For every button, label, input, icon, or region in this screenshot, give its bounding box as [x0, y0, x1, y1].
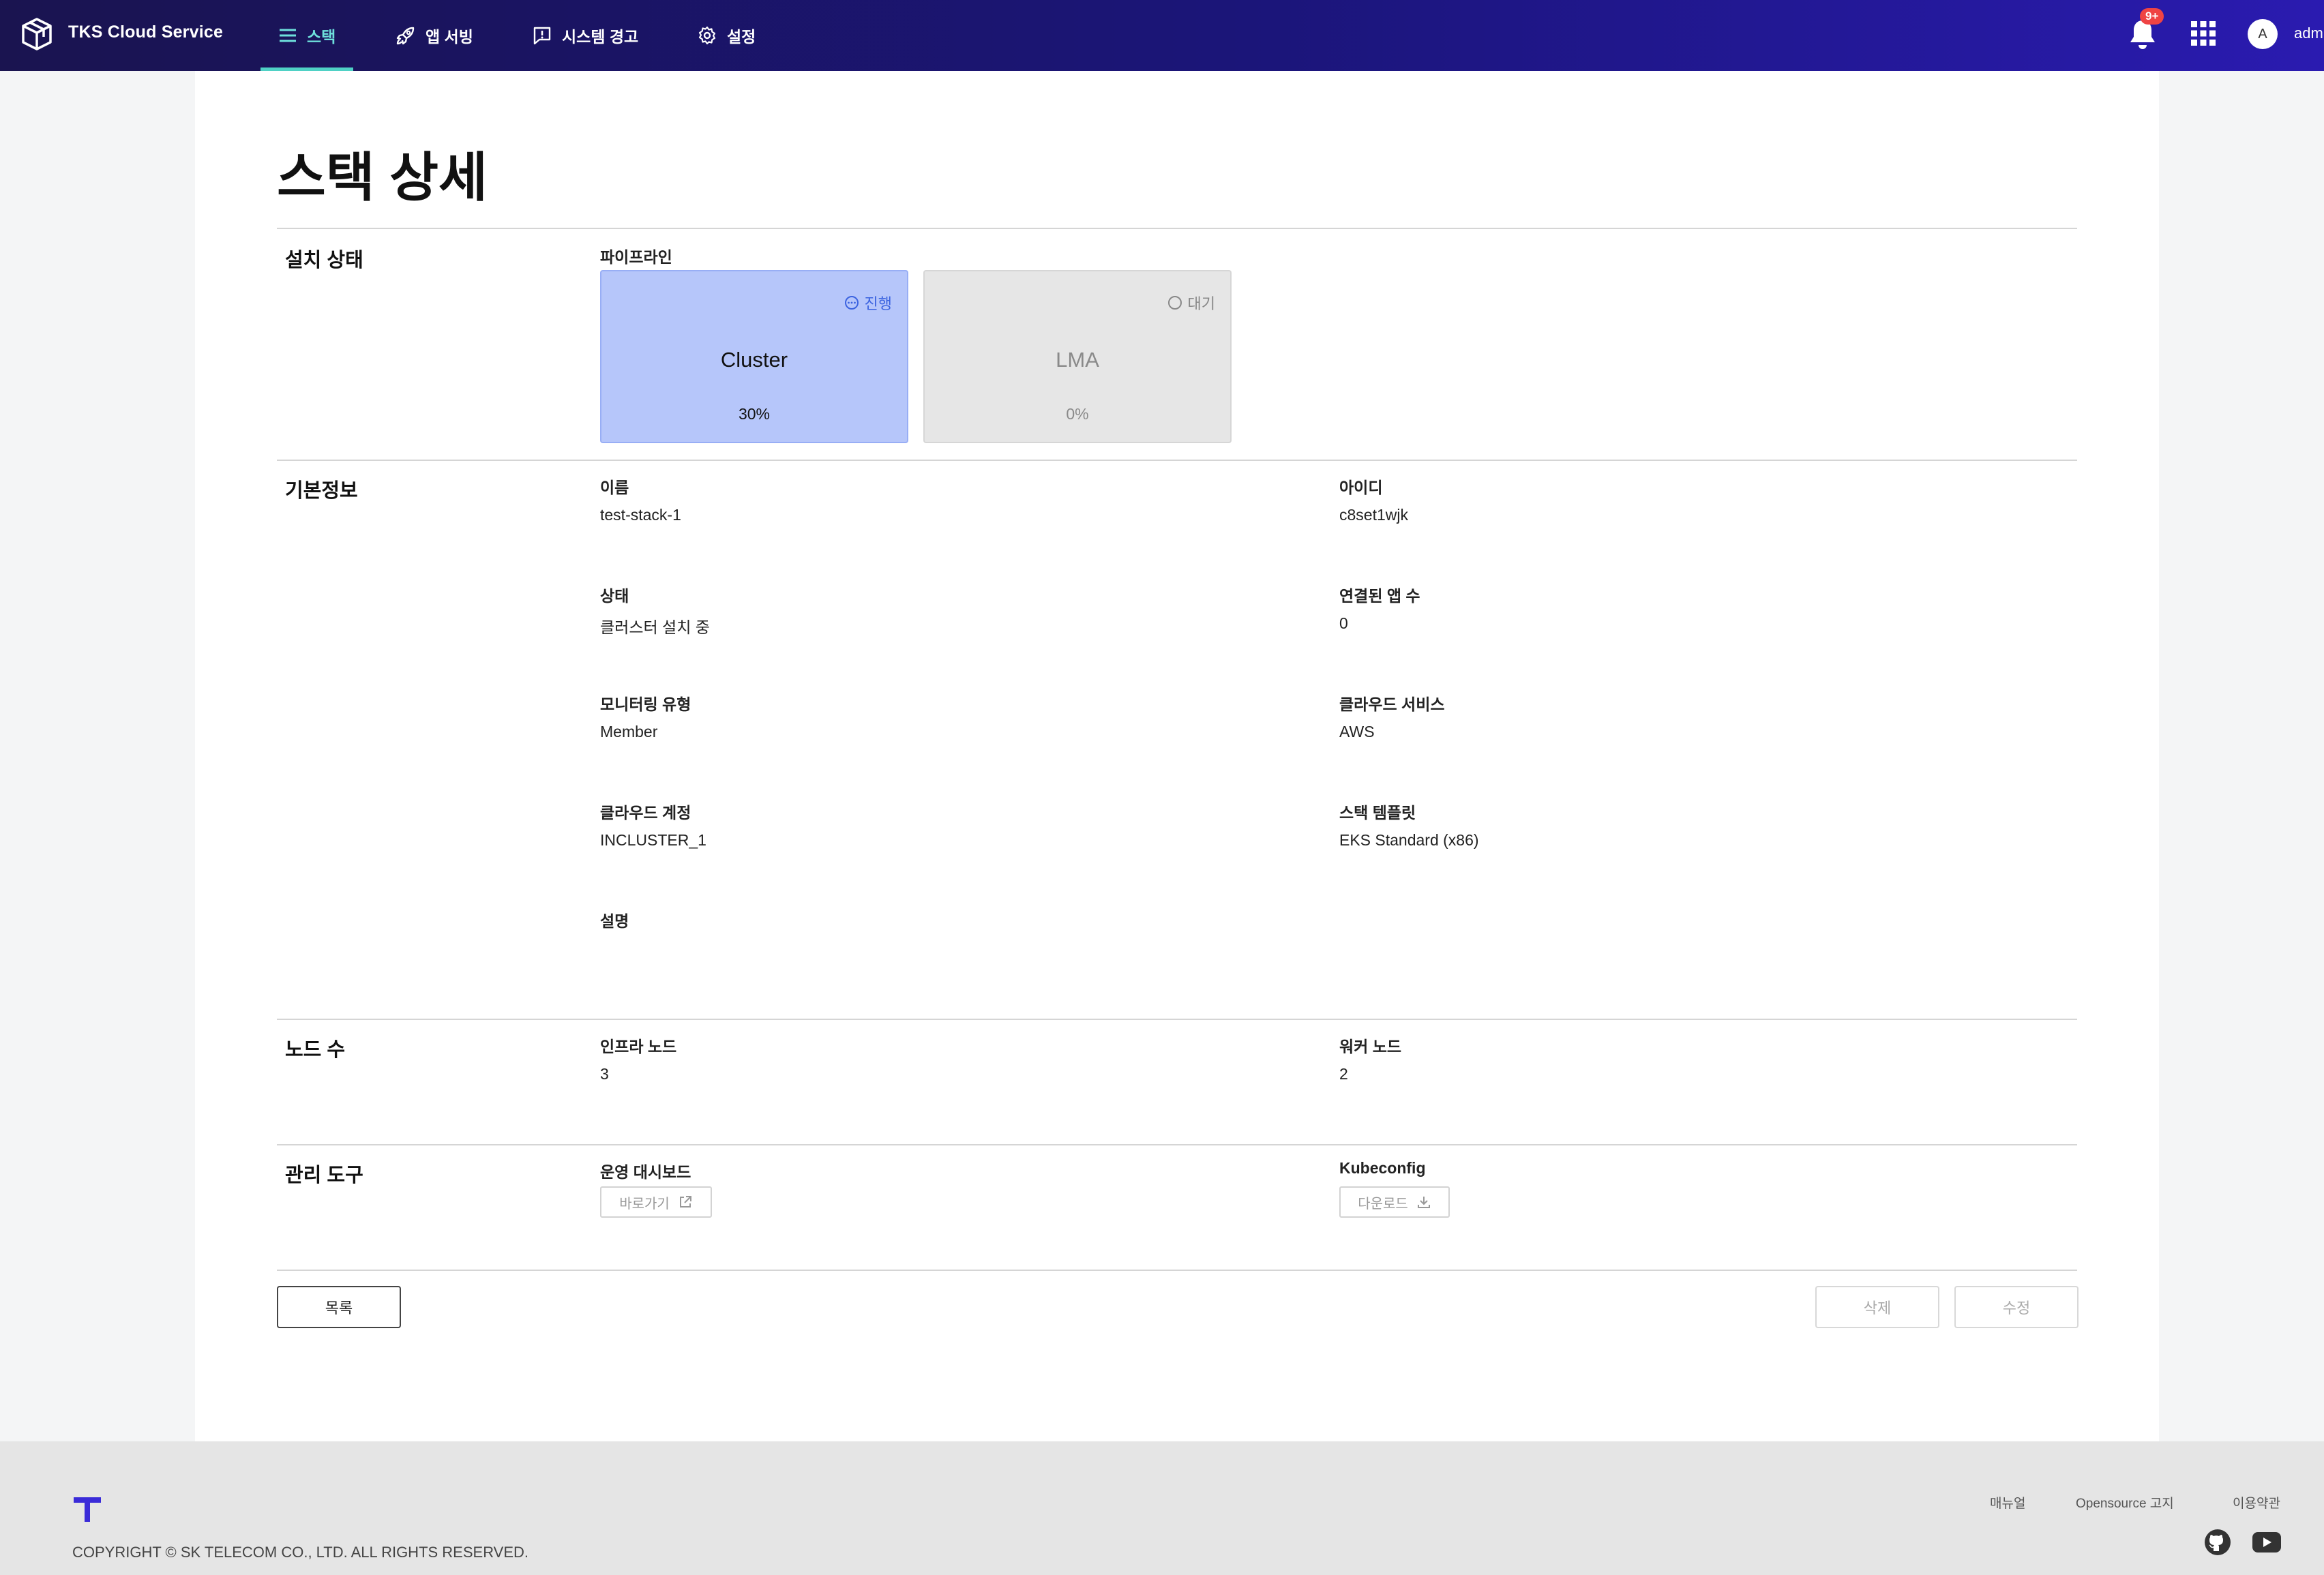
section-title-basic-info: 기본정보: [285, 480, 358, 502]
footer-link-terms[interactable]: 이용약관: [2233, 1493, 2280, 1512]
field-value-status: 클러스터 설치 중: [600, 618, 710, 636]
t-logo-icon: [74, 1497, 101, 1522]
section-title-tools: 관리 도구: [285, 1165, 363, 1186]
delete-button[interactable]: 삭제: [1815, 1286, 1939, 1328]
field-label-connected-apps: 연결된 앱 수: [1339, 587, 1420, 605]
field-value-worker-nodes: 2: [1339, 1065, 1348, 1083]
rocket-icon: [396, 27, 415, 45]
stage-status-text: 대기: [1187, 295, 1215, 312]
field-label-infra-nodes: 인프라 노드: [600, 1038, 677, 1055]
pipeline-stage-lma[interactable]: 대기 LMA 0%: [923, 270, 1232, 443]
divider: [277, 1270, 2077, 1271]
copyright-text: COPYRIGHT © SK TELECOM CO., LTD. ALL RIG…: [72, 1544, 529, 1561]
stage-status-text: 진행: [864, 295, 892, 312]
kubeconfig-download-button[interactable]: 다운로드: [1339, 1186, 1450, 1218]
field-value-connected-apps: 0: [1339, 614, 1348, 632]
field-label-monitoring-type: 모니터링 유형: [600, 695, 691, 713]
nav-label: 설정: [727, 28, 756, 46]
button-label: 다운로드: [1358, 1196, 1408, 1212]
avatar[interactable]: A: [2248, 19, 2278, 49]
nav-label: 스택: [307, 28, 336, 46]
footer-link-manual[interactable]: 매뉴얼: [1990, 1493, 2025, 1512]
button-label: 바로가기: [619, 1196, 670, 1212]
stage-status: 진행: [844, 292, 892, 314]
notification-badge: 9+: [2140, 8, 2164, 25]
gear-icon: [698, 26, 716, 45]
field-label-status: 상태: [600, 587, 629, 605]
nav-item-app-serving[interactable]: 앱 서빙: [396, 0, 473, 71]
download-icon: [1417, 1197, 1430, 1208]
field-label-kubeconfig: Kubeconfig: [1339, 1159, 1426, 1177]
field-label-cloud-account: 클라우드 계정: [600, 804, 691, 822]
dashboard-shortcut-button[interactable]: 바로가기: [600, 1186, 712, 1218]
nav-label: 시스템 경고: [562, 28, 639, 46]
edit-button[interactable]: 수정: [1954, 1286, 2079, 1328]
field-label-worker-nodes: 워커 노드: [1339, 1038, 1402, 1055]
field-value-monitoring-type: Member: [600, 723, 658, 740]
divider: [277, 460, 2077, 461]
list-icon: [280, 29, 296, 42]
brand-name[interactable]: TKS Cloud Service: [68, 22, 223, 42]
section-title-nodes: 노드 수: [285, 1039, 346, 1061]
nav-item-system-alerts[interactable]: 시스템 경고: [532, 0, 638, 71]
in-progress-icon: [844, 296, 859, 310]
github-icon[interactable]: [2204, 1529, 2231, 1556]
stage-name: LMA: [1056, 348, 1099, 372]
field-label-name: 이름: [600, 479, 629, 496]
page-title: 스택 상세: [277, 147, 488, 207]
list-button[interactable]: 목록: [277, 1286, 401, 1328]
nav-item-stack[interactable]: 스택: [260, 0, 354, 71]
stage-progress: 30%: [738, 405, 771, 423]
field-value-id: c8set1wjk: [1339, 506, 1408, 524]
field-value-cloud-service: AWS: [1339, 723, 1375, 740]
divider: [277, 228, 2077, 229]
username[interactable]: adm: [2294, 25, 2323, 42]
divider: [277, 1144, 2077, 1145]
footer-link-opensource[interactable]: Opensource 고지: [2076, 1493, 2174, 1512]
stage-name: Cluster: [720, 348, 788, 372]
field-label-id: 아이디: [1339, 479, 1383, 496]
divider: [277, 1019, 2077, 1020]
field-label-description: 설명: [600, 912, 629, 930]
field-value-cloud-account: INCLUSTER_1: [600, 831, 706, 849]
pipeline-label: 파이프라인: [600, 248, 672, 266]
nav-item-settings[interactable]: 설정: [697, 0, 756, 71]
alert-message-icon: [533, 27, 551, 45]
pipeline-stage-cluster[interactable]: 진행 Cluster 30%: [600, 270, 908, 443]
field-label-stack-template: 스택 템플릿: [1339, 804, 1416, 822]
stage-status: 대기: [1167, 292, 1215, 314]
footer: COPYRIGHT © SK TELECOM CO., LTD. ALL RIG…: [0, 1441, 2324, 1575]
pending-circle-icon: [1167, 296, 1182, 310]
field-value-infra-nodes: 3: [600, 1065, 609, 1083]
external-link-icon: [679, 1196, 691, 1208]
apps-grid-icon[interactable]: [2190, 20, 2216, 46]
nav-label: 앱 서빙: [426, 28, 473, 46]
stage-progress: 0%: [1066, 405, 1089, 423]
section-title-install-status: 설치 상태: [285, 250, 363, 271]
field-value-name: test-stack-1: [600, 506, 681, 524]
cube-logo-icon[interactable]: [19, 16, 55, 52]
top-navbar: TKS Cloud Service 스택 앱 서빙 시스템 경고 설정 9+ A…: [0, 0, 2324, 71]
field-value-stack-template: EKS Standard (x86): [1339, 831, 1479, 849]
field-label-dashboard: 운영 대시보드: [600, 1163, 691, 1181]
youtube-icon[interactable]: [2252, 1531, 2282, 1553]
field-label-cloud-service: 클라우드 서비스: [1339, 695, 1445, 713]
